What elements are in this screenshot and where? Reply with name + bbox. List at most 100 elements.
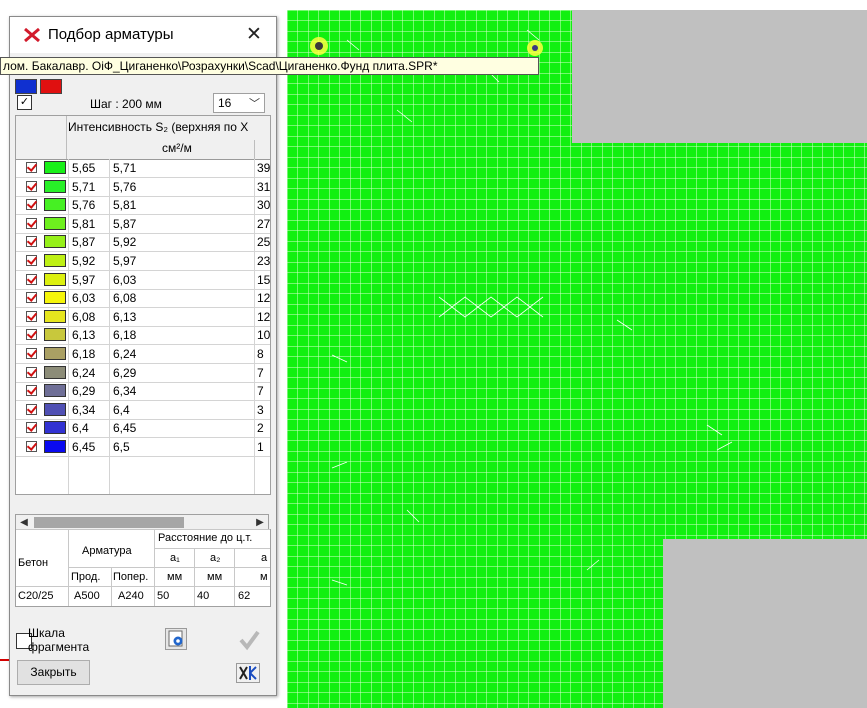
row-checkbox[interactable] [26,329,37,341]
settings-button[interactable] [165,628,187,650]
scroll-thumb[interactable] [34,517,184,528]
column-divider [109,159,110,494]
row-from: 5,71 [72,179,96,194]
materials-table: Бетон Арматура Расстояние до ц.т. a₁ a₂ … [15,529,271,607]
row-to: 5,97 [113,254,137,268]
column-divider [68,159,69,494]
table-row[interactable]: 5,87 5,92 25 [16,233,270,253]
table-row[interactable]: 6,24 6,29 7 [16,364,270,383]
row-checkbox[interactable] [26,441,37,452]
table-row[interactable]: 5,81 5,87 27 [16,215,270,234]
row-color-swatch[interactable] [44,402,66,416]
units-header: см²/м [16,140,270,160]
poper-value[interactable]: А240 [118,590,144,602]
row-checkbox[interactable] [26,422,37,434]
diameter-select[interactable]: 16 ﹀ [213,93,265,113]
row-count: 7 [257,365,264,380]
row-checkbox[interactable] [26,292,37,304]
row-checkbox[interactable] [26,199,37,211]
units-label: см²/м [162,141,192,155]
row-color-swatch[interactable] [44,328,66,342]
node-marker-2-core [532,45,538,51]
close-button[interactable]: Закрыть [17,660,90,685]
row-checkbox[interactable] [26,366,37,378]
table-row[interactable]: 5,76 5,81 30 [16,196,270,216]
row-color-swatch[interactable] [44,421,66,435]
row-to: 5,81 [113,198,137,213]
row-checkbox[interactable] [26,310,37,322]
row-checkbox[interactable] [26,385,37,397]
row-color-swatch[interactable] [44,347,66,360]
table-row[interactable]: 6,08 6,13 12 [16,308,270,327]
row-color-swatch[interactable] [44,365,66,379]
a2-value[interactable]: 40 [197,590,209,602]
prod-value[interactable]: А500 [74,590,100,602]
row-count: 12 [257,291,271,306]
row-to: 6,03 [113,272,137,287]
red-color-button[interactable] [40,79,62,94]
row-from: 5,65 [72,161,96,175]
table-row[interactable]: 6,03 6,08 12 [16,289,271,309]
row-from: 6,13 [72,328,96,343]
row-color-swatch[interactable] [44,179,66,193]
row-count: 15 [257,272,271,287]
plate-outline [287,10,867,708]
a3-units: м [260,571,268,583]
close-icon[interactable]: ✕ [236,20,272,50]
row-from: 5,92 [72,254,96,268]
header-divider [66,116,67,159]
chevron-down-icon: ﹀ [249,98,260,110]
reinforcement-dialog: Подбор арматуры ✕ ✓ Шаг : 200 мм 16 ﹀ Ин… [9,16,277,696]
row-color-swatch[interactable] [44,254,66,267]
a1-header: a₁ [170,552,180,564]
blue-color-button[interactable] [15,79,37,94]
row-checkbox[interactable] [26,273,37,285]
beton-value[interactable]: С20/25 [18,590,53,602]
row-checkbox[interactable] [26,217,37,229]
row-checkbox[interactable] [26,255,37,266]
row-count: 31 [257,179,271,194]
row-from: 5,76 [72,198,96,213]
row-count: 8 [257,347,264,361]
scroll-left-arrow-icon[interactable]: ◀ [16,515,32,530]
row-checkbox[interactable] [26,180,37,192]
row-checkbox[interactable] [26,403,37,415]
row-from: 5,81 [72,216,96,231]
row-color-swatch[interactable] [44,440,66,453]
a1-value[interactable]: 50 [157,590,169,602]
plate-mesh[interactable] [287,10,867,708]
row-checkbox[interactable] [26,348,37,359]
row-color-swatch[interactable] [44,235,66,249]
row-color-swatch[interactable] [44,384,66,398]
poper-header: Попер. [113,571,149,583]
row-color-swatch[interactable] [44,309,66,323]
step-checkbox[interactable]: ✓ [17,95,32,110]
table-row[interactable]: 5,97 6,03 15 [16,271,270,290]
table-row[interactable]: 5,71 5,76 31 [16,178,270,197]
a3-value[interactable]: 62 [238,590,250,602]
row-color-swatch[interactable] [44,161,66,174]
dialog-titlebar[interactable]: Подбор арматуры ✕ [10,17,276,53]
table-row[interactable]: 6,4 6,45 2 [16,419,270,439]
row-from: 6,18 [72,347,96,361]
table-row[interactable]: 6,29 6,34 7 [16,382,270,402]
table-row[interactable]: 6,18 6,24 8 [16,345,270,364]
apply-button[interactable] [236,628,262,652]
row-color-swatch[interactable] [44,198,66,212]
row-checkbox[interactable] [26,162,37,173]
table-row[interactable]: 5,92 5,97 23 [16,252,270,271]
table-row[interactable]: 6,45 6,5 1 [16,438,270,457]
row-color-swatch[interactable] [44,291,66,305]
table-row[interactable]: 5,65 5,71 39 [16,159,270,178]
scroll-right-arrow-icon[interactable]: ▶ [252,515,268,530]
scale-fragment-label: Шкала фрагмента [28,626,90,654]
row-color-swatch[interactable] [44,216,66,230]
row-color-swatch[interactable] [44,272,66,286]
row-from: 6,29 [72,384,96,399]
armatura-header: Арматура [82,545,132,557]
table-row[interactable]: 6,34 6,4 3 [16,401,270,420]
table-row[interactable]: 6,13 6,18 10 [16,326,270,346]
row-from: 6,45 [72,440,96,454]
tool-button[interactable] [236,663,260,683]
row-checkbox[interactable] [26,236,37,248]
